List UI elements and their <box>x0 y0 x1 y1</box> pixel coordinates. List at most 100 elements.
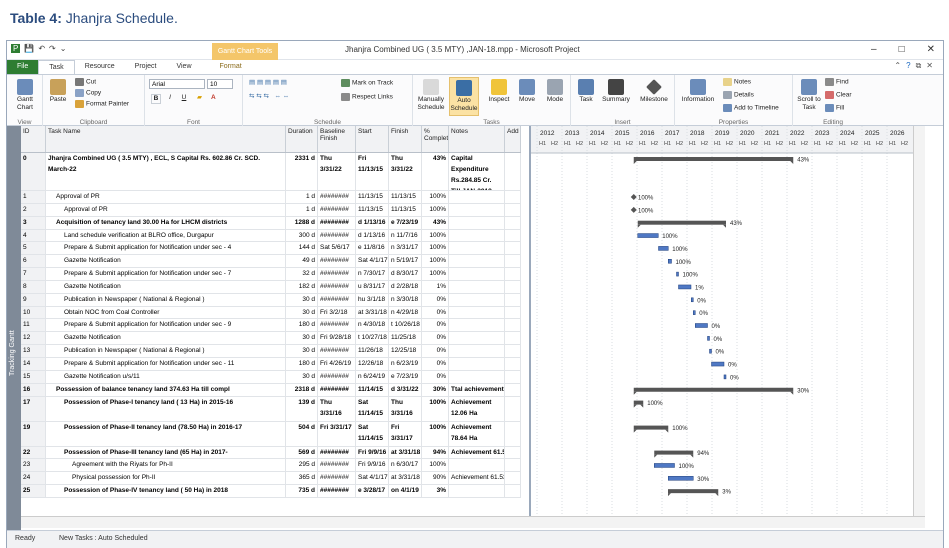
cell-pct[interactable]: 100% <box>422 203 449 216</box>
cell-notes[interactable]: Capital Expenditure Rs.284.85 Cr. Till J… <box>449 153 505 190</box>
cell-name[interactable]: Prepare & Submit application for Notific… <box>46 357 286 370</box>
table-row[interactable]: 17 Possession of Phase-I tenancy land ( 1… <box>21 396 521 422</box>
col-percent-complete[interactable]: % Complete <box>422 126 449 152</box>
cell-start[interactable]: at 3/31/18 <box>356 306 389 319</box>
table-row[interactable]: 14 Prepare & Submit application for Notif… <box>21 357 521 371</box>
cell-notes[interactable] <box>449 306 505 319</box>
cell-start[interactable]: Fri 9/9/16 <box>356 446 389 459</box>
cell-notes[interactable] <box>449 242 505 255</box>
cell-finish[interactable]: d 3/31/22 <box>389 383 422 396</box>
table-row[interactable]: 25 Possession of Phase-IV tenancy land ( … <box>21 485 521 498</box>
cell-dur[interactable]: 49 d <box>286 255 318 268</box>
table-row[interactable]: 16 Possession of balance tenancy land 374… <box>21 383 521 397</box>
col-add-new[interactable]: Add <box>505 126 521 152</box>
cell-name[interactable]: Gazette Notification <box>46 280 286 293</box>
cell-start[interactable]: n 4/30/18 <box>356 319 389 332</box>
cell-notes[interactable] <box>449 485 505 497</box>
cell-finish[interactable]: Fri 3/31/17 <box>389 421 422 446</box>
cell-notes[interactable] <box>449 459 505 472</box>
cell-base[interactable]: Thu 3/31/22 <box>318 153 356 190</box>
font-face-select[interactable]: Arial <box>149 79 205 89</box>
cell-name[interactable]: Possession of Phase-III tenancy land (65… <box>46 446 286 459</box>
cell-pct[interactable]: 0% <box>422 370 449 383</box>
cell-finish[interactable]: n 3/31/17 <box>389 242 422 255</box>
table-row[interactable]: 10 Obtain NOC from Coal Controller 30 d Fri… <box>21 306 521 320</box>
milestone-button[interactable]: Milestone <box>635 79 673 104</box>
tab-resource[interactable]: Resource <box>75 60 125 74</box>
cell-name[interactable]: Jhanjra Combined UG ( 3.5 MTY) , ECL, S … <box>46 153 286 190</box>
minimize-button[interactable]: – <box>871 44 877 55</box>
cell-start[interactable]: e 3/28/17 <box>356 485 389 497</box>
task-button[interactable]: Task <box>575 79 597 104</box>
cell-id[interactable]: 15 <box>21 370 46 383</box>
tab-project[interactable]: Project <box>125 60 167 74</box>
cell-finish[interactable]: e 7/23/19 <box>389 216 422 229</box>
cell-id[interactable]: 3 <box>21 216 46 229</box>
cell-id[interactable]: 25 <box>21 485 46 497</box>
respect-links-button[interactable]: Respect Links <box>341 93 393 102</box>
col-notes[interactable]: Notes <box>449 126 505 152</box>
col-finish[interactable]: Finish <box>389 126 422 152</box>
cell-pct[interactable]: 0% <box>422 306 449 319</box>
cell-dur[interactable]: 365 d <box>286 472 318 485</box>
indent-icons[interactable]: ⇆ ⇆ ⇆ ⇔ ⇔ <box>249 93 289 101</box>
percent-complete-icons[interactable]: ▤ ▤ ▤ ▤ ▤ <box>249 79 287 87</box>
cell-dur[interactable]: 182 d <box>286 280 318 293</box>
cell-dur[interactable]: 1 d <box>286 191 318 203</box>
cell-base[interactable]: ######## <box>318 485 356 497</box>
cell-base[interactable]: ######## <box>318 459 356 472</box>
table-row[interactable]: 11 Prepare & Submit application for Notif… <box>21 319 521 333</box>
table-row[interactable]: 15 Gazette Notification u/s/11 30 d #######… <box>21 370 521 384</box>
status-new-tasks[interactable]: New Tasks : Auto Scheduled <box>59 535 148 542</box>
cell-dur[interactable]: 2318 d <box>286 383 318 396</box>
cell-dur[interactable]: 180 d <box>286 319 318 332</box>
cell-id[interactable]: 11 <box>21 319 46 332</box>
cell-start[interactable]: 11/26/18 <box>356 345 389 357</box>
clear-button[interactable]: Clear <box>825 91 852 100</box>
cell-notes[interactable]: Achievement 61.5 <box>449 446 505 459</box>
cell-start[interactable]: n 6/24/19 <box>356 370 389 383</box>
cell-pct[interactable]: 100% <box>422 396 449 421</box>
cell-start[interactable]: t 10/27/18 <box>356 332 389 345</box>
cell-dur[interactable]: 1 d <box>286 203 318 216</box>
table-row[interactable]: 1 Approval of PR 1 d ######## 11/13/15 11/13/… <box>21 191 521 204</box>
mark-on-track-button[interactable]: Mark on Track <box>341 79 393 88</box>
tab-view[interactable]: View <box>166 60 201 74</box>
highlight-icon[interactable]: ▰ <box>197 94 202 102</box>
tab-task[interactable]: Task <box>38 60 75 74</box>
cell-base[interactable]: ######## <box>318 293 356 306</box>
information-button[interactable]: Information <box>678 79 718 104</box>
cell-pct[interactable]: 1% <box>422 280 449 293</box>
table-row[interactable]: 12 Gazette Notification 30 d Fri 9/28/18 t 1… <box>21 332 521 346</box>
collapse-ribbon-icon[interactable]: ⌃ <box>894 61 901 71</box>
cell-notes[interactable] <box>449 293 505 306</box>
cell-start[interactable]: d 1/13/16 <box>356 216 389 229</box>
cell-base[interactable]: ######## <box>318 446 356 459</box>
undo-icon[interactable]: ↶ <box>38 44 45 53</box>
cell-start[interactable]: Sat 4/1/17 <box>356 255 389 268</box>
cell-finish[interactable]: t 10/26/18 <box>389 319 422 332</box>
col-start[interactable]: Start <box>356 126 389 152</box>
cell-id[interactable]: 14 <box>21 357 46 370</box>
cell-notes[interactable]: Ttal achievement <box>449 383 505 396</box>
cell-name[interactable]: Prepare & Submit application for Notific… <box>46 268 286 280</box>
cell-finish[interactable]: n 4/29/18 <box>389 306 422 319</box>
cell-pct[interactable]: 43% <box>422 216 449 229</box>
cell-id[interactable]: 23 <box>21 459 46 472</box>
table-row[interactable]: 19 Possession of Phase-II tenancy land (7… <box>21 421 521 447</box>
cell-dur[interactable]: 2331 d <box>286 153 318 190</box>
table-row[interactable]: 23 Agreement with the Riyats for Ph-II 295… <box>21 459 521 473</box>
gantt-chart-button[interactable]: Gantt Chart <box>10 79 40 112</box>
cell-pct[interactable]: 0% <box>422 345 449 357</box>
font-size-select[interactable]: 10 <box>207 79 233 89</box>
cell-name[interactable]: Agreement with the Riyats for Ph-II <box>46 459 286 472</box>
table-row[interactable]: 8 Gazette Notification 182 d ######## u 8/31… <box>21 280 521 294</box>
cell-base[interactable]: Fri 3/31/17 <box>318 421 356 446</box>
cell-start[interactable]: 11/14/15 <box>356 383 389 396</box>
italic-button[interactable]: I <box>165 94 175 102</box>
cell-dur[interactable]: 300 d <box>286 229 318 242</box>
cell-dur[interactable]: 32 d <box>286 268 318 280</box>
cell-start[interactable]: Fri 11/13/15 <box>356 153 389 190</box>
table-row[interactable]: 0 Jhanjra Combined UG ( 3.5 MTY) , ECL, S… <box>21 153 521 191</box>
cell-name[interactable]: Acquisition of tenancy land 30.00 Ha for… <box>46 216 286 229</box>
